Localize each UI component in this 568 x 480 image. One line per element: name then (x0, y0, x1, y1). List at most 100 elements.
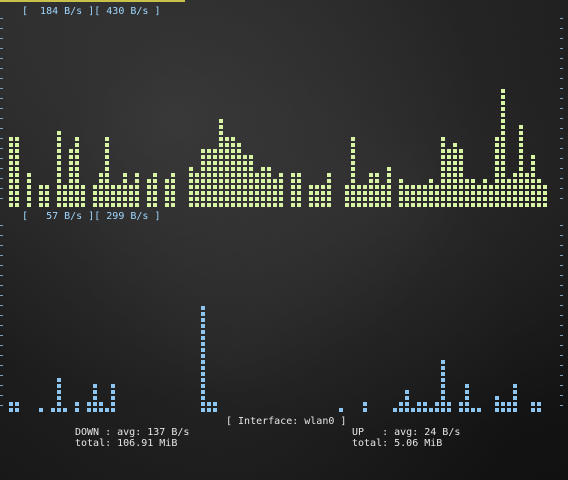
axis-tick (0, 355, 3, 356)
axis-tick (560, 365, 563, 366)
graph-bar (435, 185, 439, 207)
axis-tick (560, 108, 563, 109)
axis-tick (0, 365, 3, 366)
graph-bar (351, 137, 355, 207)
axis-tick (560, 138, 563, 139)
graph-bar (411, 185, 415, 207)
axis-tick (560, 168, 563, 169)
axis-tick (560, 385, 563, 386)
axis-tick (560, 395, 563, 396)
graph-bar (459, 149, 463, 207)
graph-bar (531, 155, 535, 207)
axis-tick (0, 405, 3, 406)
axis-tick (560, 118, 563, 119)
axis-tick (560, 198, 563, 199)
graph-bar (405, 390, 409, 412)
axis-tick (0, 28, 3, 29)
axis-tick (0, 188, 3, 189)
graph-bar (399, 179, 403, 207)
axis-tick (560, 245, 563, 246)
axis-tick (0, 235, 3, 236)
lower-traffic-graph (0, 225, 563, 412)
graph-bar (525, 173, 529, 207)
graph-bar (441, 360, 445, 412)
axis-tick (0, 148, 3, 149)
axis-tick (560, 375, 563, 376)
graph-bar (489, 185, 493, 207)
axis-tick (0, 98, 3, 99)
graph-bar (201, 149, 205, 207)
graph-bar (339, 408, 343, 412)
graph-bar (165, 179, 169, 207)
graph-bar (327, 173, 331, 207)
graph-bar (495, 137, 499, 207)
axis-tick (0, 198, 3, 199)
axis-tick (0, 285, 3, 286)
axis-tick (0, 385, 3, 386)
graph-bar (273, 179, 277, 207)
graph-bar (111, 384, 115, 412)
axis-tick (560, 405, 563, 406)
axis-tick (0, 305, 3, 306)
graph-bar (375, 173, 379, 207)
graph-bar (207, 402, 211, 412)
graph-bar (219, 119, 223, 207)
axis-tick (560, 235, 563, 236)
axis-tick (0, 345, 3, 346)
graph-bar (501, 89, 505, 207)
axis-tick (560, 48, 563, 49)
graph-bar (435, 402, 439, 412)
axis-tick (0, 18, 3, 19)
graph-bar (135, 173, 139, 207)
graph-bar (357, 185, 361, 207)
graph-bar (423, 402, 427, 412)
down-total-stat: total: 106.91 MiB (75, 438, 178, 449)
graph-bar (129, 185, 133, 207)
graph-bar (195, 173, 199, 207)
graph-bar (537, 402, 541, 412)
graph-bar (465, 384, 469, 412)
axis-tick (0, 395, 3, 396)
axis-tick (560, 345, 563, 346)
graph-bar (255, 173, 259, 207)
graph-bar (105, 408, 109, 412)
graph-bar (537, 179, 541, 207)
graph-bar (411, 408, 415, 412)
graph-bar (315, 185, 319, 207)
graph-bar (399, 402, 403, 412)
graph-bar (279, 173, 283, 207)
axis-tick (0, 275, 3, 276)
axis-tick (560, 68, 563, 69)
graph-bar (171, 173, 175, 207)
graph-bar (381, 185, 385, 207)
graph-bar (495, 396, 499, 412)
axis-tick (560, 28, 563, 29)
graph-bar (363, 402, 367, 412)
graph-bar (387, 167, 391, 207)
graph-bar (477, 185, 481, 207)
graph-bar (393, 408, 397, 412)
axis-tick (0, 335, 3, 336)
down-avg-stat: DOWN : avg: 137 B/s (75, 427, 190, 438)
graph-bar (405, 185, 409, 207)
axis-tick (0, 178, 3, 179)
graph-bar (459, 402, 463, 412)
axis-tick (0, 138, 3, 139)
axis-tick (0, 325, 3, 326)
up-avg-stat: UP : avg: 24 B/s (352, 427, 461, 438)
graph-bar (57, 378, 61, 412)
axis-tick (560, 148, 563, 149)
axis-tick (0, 48, 3, 49)
graph-bar (423, 185, 427, 207)
graph-bar (111, 185, 115, 207)
axis-tick (560, 78, 563, 79)
graph-bar (417, 402, 421, 412)
graph-bar (57, 131, 61, 207)
axis-tick (0, 88, 3, 89)
graph-bar (93, 185, 97, 207)
axis-tick (560, 38, 563, 39)
axis-tick (560, 88, 563, 89)
graph-bar (75, 402, 79, 412)
graph-bar (507, 179, 511, 207)
graph-bar (321, 185, 325, 207)
